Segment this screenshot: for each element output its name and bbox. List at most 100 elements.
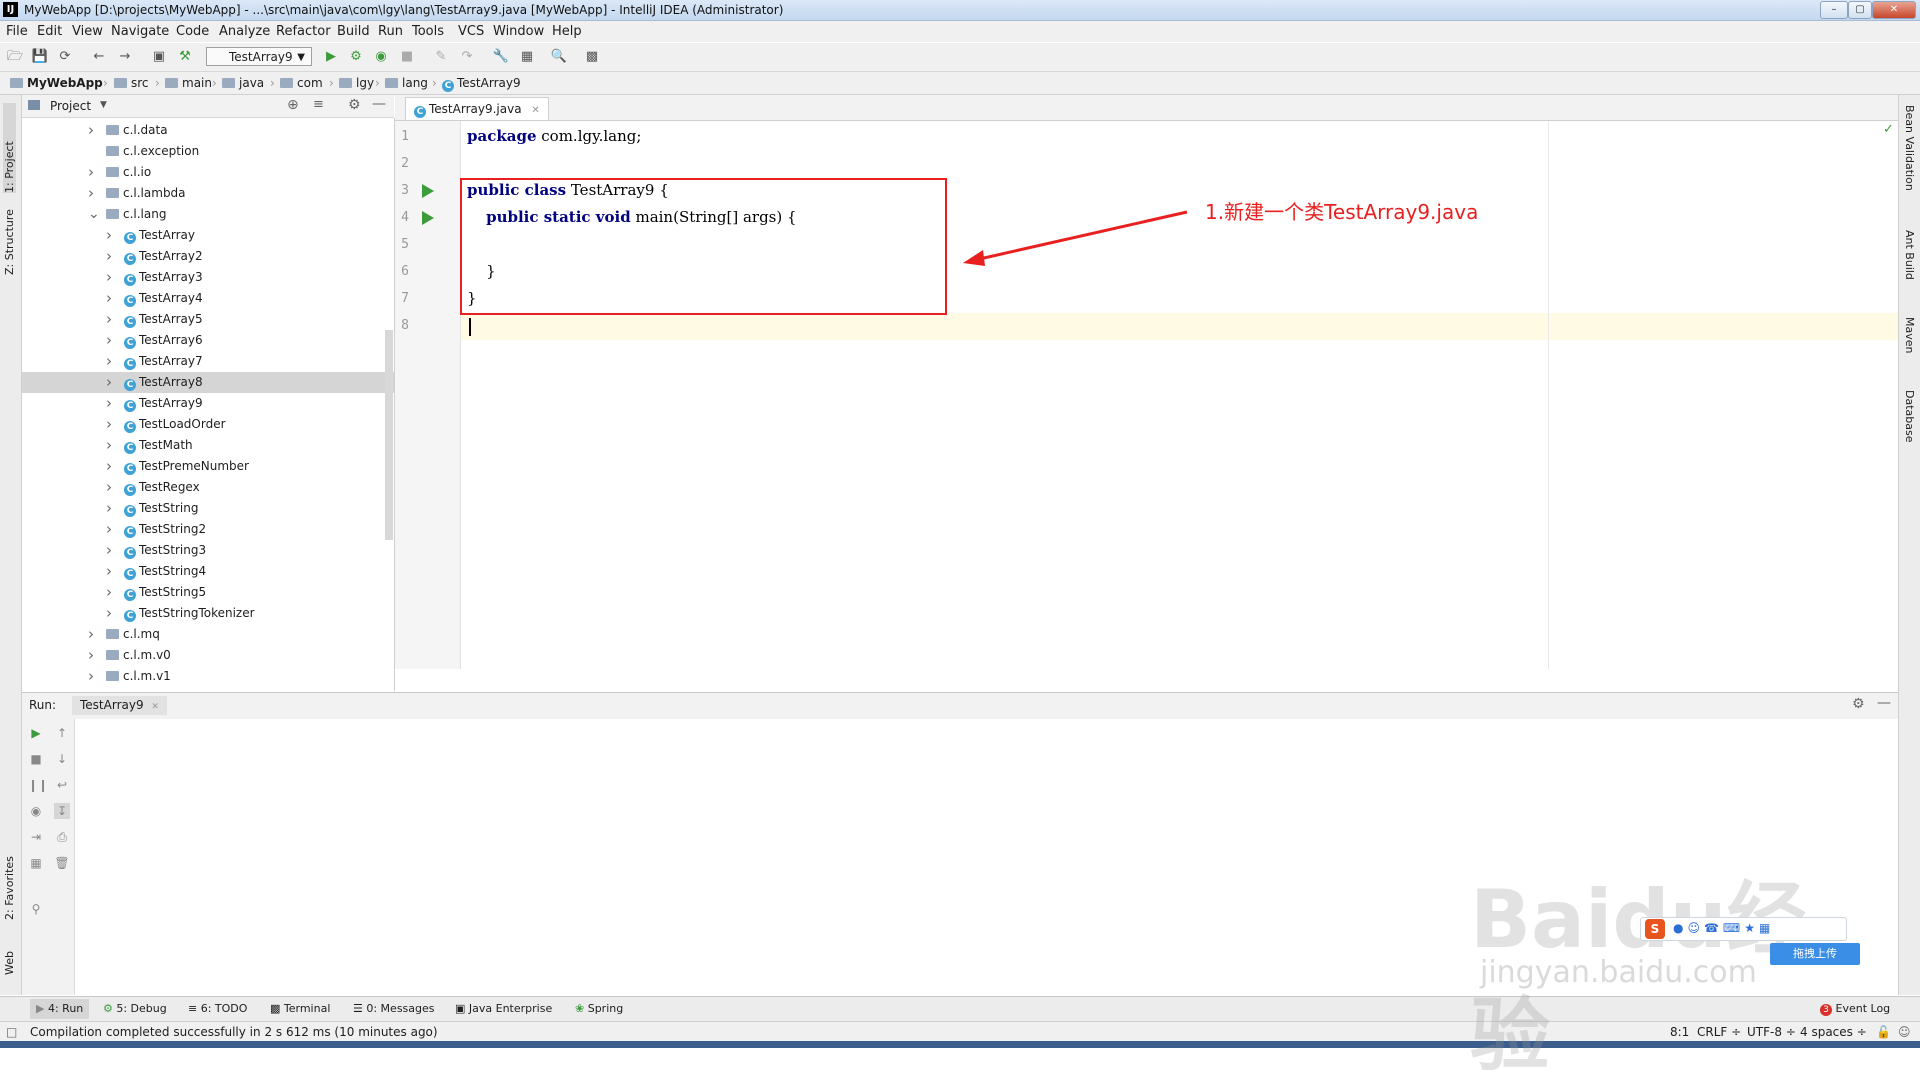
tree-scrollbar[interactable] xyxy=(385,330,393,540)
coverage-icon[interactable]: ◉ xyxy=(372,48,390,66)
menu-run[interactable]: Run xyxy=(378,24,403,39)
gear-icon[interactable]: ⚙ xyxy=(348,97,361,113)
chevron-right-icon[interactable]: › xyxy=(106,477,112,498)
tool-tab-terminal[interactable]: ▩ Terminal xyxy=(270,1002,330,1015)
search-icon[interactable]: 🔍 xyxy=(550,48,568,66)
breadcrumb-item[interactable]: lang xyxy=(385,76,428,90)
lock-icon[interactable]: 🔓 xyxy=(1876,1025,1891,1039)
exit-icon[interactable]: ⇥ xyxy=(28,829,44,845)
caret-position[interactable]: 8:1 xyxy=(1670,1025,1689,1039)
vcs-update-icon[interactable]: ✎ xyxy=(432,48,450,66)
chevron-right-icon[interactable]: › xyxy=(106,435,112,456)
sdk-manager-icon[interactable]: ▩ xyxy=(583,48,601,66)
chevron-right-icon[interactable]: › xyxy=(106,225,112,246)
chevron-down-icon[interactable]: ▼ xyxy=(100,100,107,110)
run-config-select[interactable]: TestArray9 ▼ xyxy=(206,47,312,66)
tree-item[interactable]: ⌄ c.l.lang xyxy=(22,204,394,225)
tree-item[interactable]: › C TestArray3 xyxy=(22,267,394,288)
camera-icon[interactable]: ◉ xyxy=(28,803,44,819)
chevron-right-icon[interactable]: › xyxy=(106,582,112,603)
event-log-button[interactable]: 3 Event Log xyxy=(1820,1002,1890,1016)
breadcrumb-item[interactable]: lgy xyxy=(339,76,374,90)
chevron-right-icon[interactable]: › xyxy=(106,561,112,582)
run-icon[interactable]: ▶ xyxy=(322,48,340,66)
build-hammer-icon[interactable]: ⚒ xyxy=(176,48,194,66)
tree-item[interactable]: › C TestArray7 xyxy=(22,351,394,372)
tool-tab-spring[interactable]: ❀ Spring xyxy=(575,1002,623,1015)
upload-button[interactable]: 拖拽上传 xyxy=(1770,943,1860,965)
project-structure-icon[interactable]: ▣ xyxy=(150,48,168,66)
tree-item[interactable]: › C TestString5 xyxy=(22,582,394,603)
scroll-to-end-icon[interactable]: ↧ xyxy=(54,803,70,819)
soft-wrap-icon[interactable]: ↩ xyxy=(54,777,70,793)
tree-item[interactable]: › c.l.mq xyxy=(22,624,394,645)
tree-item[interactable]: › C TestArray9 xyxy=(22,393,394,414)
tree-item[interactable]: › C TestArray xyxy=(22,225,394,246)
breadcrumb-item[interactable]: C TestArray9 xyxy=(442,76,521,92)
tree-item[interactable]: › C TestMath xyxy=(22,435,394,456)
tree-item[interactable]: › c.l.io xyxy=(22,162,394,183)
tool-tab-bean-validation[interactable]: Bean Validation xyxy=(1903,105,1916,191)
breadcrumb-item[interactable]: java xyxy=(222,76,264,90)
tool-tab-maven[interactable]: Maven xyxy=(1903,317,1916,353)
chevron-right-icon[interactable]: › xyxy=(88,162,94,183)
ime-tools-icon[interactable]: ●☺☎⌨★▦ xyxy=(1673,921,1774,935)
chevron-down-icon[interactable]: ⌄ xyxy=(88,204,100,225)
vcs-commit-icon[interactable]: ↷ xyxy=(458,48,476,66)
run-gutter-icon[interactable] xyxy=(422,184,434,198)
chevron-right-icon[interactable]: › xyxy=(106,519,112,540)
menu-help[interactable]: Help xyxy=(552,24,582,39)
breadcrumb-item[interactable]: src xyxy=(114,76,149,90)
menu-refactor[interactable]: Refactor xyxy=(276,24,331,39)
settings-wrench-icon[interactable]: 🔧 xyxy=(492,48,510,66)
pause-icon[interactable]: ❙❙ xyxy=(28,777,48,793)
save-icon[interactable]: 💾 xyxy=(31,48,49,66)
tool-tab-run[interactable]: ▶ 4: Run xyxy=(30,999,90,1019)
chevron-right-icon[interactable]: › xyxy=(106,351,112,372)
chevron-right-icon[interactable]: › xyxy=(106,372,112,393)
tree-item[interactable]: › C TestStringTokenizer xyxy=(22,603,394,624)
breadcrumb-item[interactable]: com xyxy=(280,76,323,90)
down-arrow-icon[interactable]: ↓ xyxy=(54,751,70,767)
pin-icon[interactable]: ⚲ xyxy=(28,901,44,917)
tree-item[interactable]: › C TestString xyxy=(22,498,394,519)
chevron-right-icon[interactable]: › xyxy=(88,624,94,645)
locate-target-icon[interactable]: ⊕ xyxy=(287,97,299,113)
maximize-button[interactable]: ▢ xyxy=(1848,1,1872,19)
chevron-right-icon[interactable]: › xyxy=(88,120,94,141)
tree-item[interactable]: › c.l.data xyxy=(22,120,394,141)
tree-item[interactable]: › C TestRegex xyxy=(22,477,394,498)
menu-edit[interactable]: Edit xyxy=(37,24,62,39)
sync-icon[interactable]: ⟳ xyxy=(56,48,74,66)
chevron-right-icon[interactable]: › xyxy=(106,267,112,288)
chevron-right-icon[interactable]: › xyxy=(106,330,112,351)
stop-icon[interactable]: ■ xyxy=(398,48,416,66)
hide-panel-icon[interactable]: — xyxy=(1877,695,1891,711)
chevron-right-icon[interactable]: › xyxy=(106,456,112,477)
menu-vcs[interactable]: VCS xyxy=(458,24,484,39)
run-gutter-icon[interactable] xyxy=(422,211,434,225)
hide-panel-icon[interactable]: — xyxy=(372,96,386,112)
chevron-right-icon[interactable]: › xyxy=(106,246,112,267)
editor-tab-testarray9[interactable]: C TestArray9.java ✕ xyxy=(405,97,549,120)
trash-icon[interactable]: 🗑 xyxy=(54,855,70,871)
close-button[interactable]: ✕ xyxy=(1872,1,1916,19)
run-tab-testarray9[interactable]: TestArray9 ✕ xyxy=(72,696,167,715)
tool-tab-project[interactable]: 1: Project xyxy=(3,103,16,193)
menu-file[interactable]: File xyxy=(6,24,28,39)
collapse-all-icon[interactable]: ≡ xyxy=(313,97,324,112)
chevron-right-icon[interactable]: › xyxy=(88,183,94,204)
sogou-icon[interactable]: S xyxy=(1645,919,1665,939)
menu-build[interactable]: Build xyxy=(337,24,370,39)
debug-bug-icon[interactable]: ⚙ xyxy=(347,48,365,66)
print-icon[interactable]: ⎙ xyxy=(54,829,70,845)
project-view-select[interactable]: Project xyxy=(50,99,91,113)
tree-item[interactable]: › C TestArray6 xyxy=(22,330,394,351)
breadcrumb-item[interactable]: main xyxy=(165,76,212,90)
tree-item[interactable]: › C TestArray4 xyxy=(22,288,394,309)
tree-item[interactable]: › C TestArray5 xyxy=(22,309,394,330)
open-folder-icon[interactable]: 🗁 xyxy=(6,48,24,66)
tree-item[interactable]: › c.l.m.v0 xyxy=(22,645,394,666)
tool-tab-todo[interactable]: ≡ 6: TODO xyxy=(188,1002,247,1015)
up-arrow-icon[interactable]: ↑ xyxy=(54,725,70,741)
